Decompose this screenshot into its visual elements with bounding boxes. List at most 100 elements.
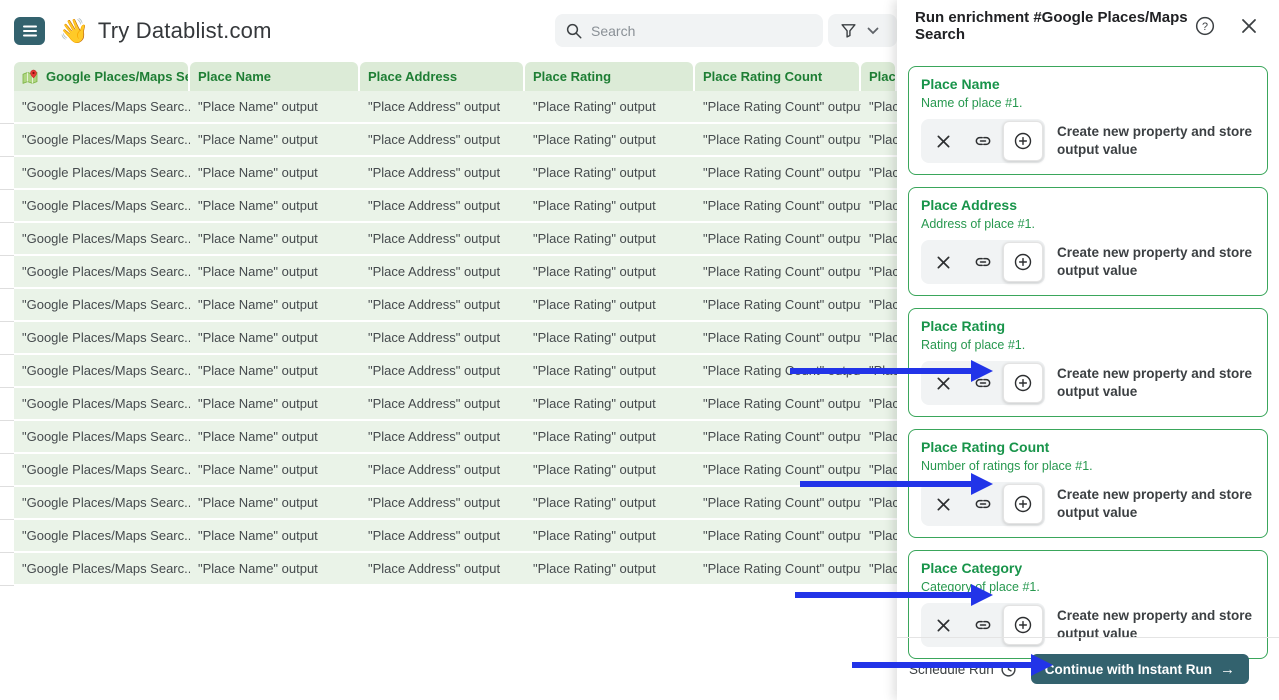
discard-output-button[interactable] xyxy=(923,242,963,282)
table-cell[interactable]: "Google Places/Maps Searc... xyxy=(14,322,190,355)
table-cell[interactable]: "Place Address" output xyxy=(360,223,525,256)
table-cell[interactable]: "Place xyxy=(861,256,897,289)
table-cell[interactable]: "Place Rating Count" output xyxy=(695,157,861,190)
table-cell[interactable]: "Place Rating" output xyxy=(525,454,695,487)
close-panel-button[interactable] xyxy=(1237,14,1261,38)
table-cell[interactable]: "Place xyxy=(861,91,897,124)
table-cell[interactable]: "Place Address" output xyxy=(360,454,525,487)
table-cell[interactable]: "Place xyxy=(861,421,897,454)
table-cell[interactable]: "Google Places/Maps Searc... xyxy=(14,289,190,322)
table-cell[interactable]: "Place Address" output xyxy=(360,421,525,454)
table-cell[interactable]: "Place Rating" output xyxy=(525,520,695,553)
table-cell[interactable]: "Place Address" output xyxy=(360,256,525,289)
table-cell[interactable]: "Google Places/Maps Searc... xyxy=(14,454,190,487)
schedule-run-link[interactable]: Schedule Run xyxy=(909,661,1017,678)
table-cell[interactable]: "Place xyxy=(861,355,897,388)
table-cell[interactable]: "Google Places/Maps Searc... xyxy=(14,355,190,388)
search-input[interactable] xyxy=(591,22,791,39)
table-cell[interactable]: "Place xyxy=(861,322,897,355)
table-cell[interactable]: "Place Rating" output xyxy=(525,322,695,355)
table-cell[interactable]: "Place Rating Count" output xyxy=(695,322,861,355)
table-cell[interactable]: "Place Name" output xyxy=(190,289,360,322)
table-cell[interactable]: "Place Name" output xyxy=(190,355,360,388)
map-existing-property-button[interactable] xyxy=(963,121,1003,161)
table-cell[interactable]: "Place Address" output xyxy=(360,289,525,322)
table-cell[interactable]: "Place xyxy=(861,553,897,586)
table-cell[interactable]: "Place Name" output xyxy=(190,553,360,586)
table-cell[interactable]: "Place Rating" output xyxy=(525,91,695,124)
table-cell[interactable]: "Place Name" output xyxy=(190,520,360,553)
table-cell[interactable]: "Place Rating Count" output xyxy=(695,124,861,157)
map-existing-property-button[interactable] xyxy=(963,242,1003,282)
table-cell[interactable]: "Place xyxy=(861,487,897,520)
column-header-0[interactable]: Google Places/Maps Sea... xyxy=(14,62,190,91)
table-cell[interactable]: "Place xyxy=(861,388,897,421)
discard-output-button[interactable] xyxy=(923,484,963,524)
table-cell[interactable]: "Place Rating" output xyxy=(525,124,695,157)
table-cell[interactable]: "Place Rating Count" output xyxy=(695,355,861,388)
table-cell[interactable]: "Google Places/Maps Searc... xyxy=(14,487,190,520)
table-cell[interactable]: "Place Name" output xyxy=(190,421,360,454)
table-cell[interactable]: "Place xyxy=(861,190,897,223)
table-cell[interactable]: "Place Address" output xyxy=(360,91,525,124)
table-cell[interactable]: "Place xyxy=(861,157,897,190)
table-cell[interactable]: "Place Address" output xyxy=(360,553,525,586)
table-cell[interactable]: "Place Rating" output xyxy=(525,388,695,421)
table-cell[interactable]: "Place xyxy=(861,520,897,553)
table-cell[interactable]: "Google Places/Maps Searc... xyxy=(14,520,190,553)
discard-output-button[interactable] xyxy=(923,363,963,403)
table-cell[interactable]: "Place Address" output xyxy=(360,520,525,553)
table-cell[interactable]: "Google Places/Maps Searc... xyxy=(14,157,190,190)
table-cell[interactable]: "Place Name" output xyxy=(190,91,360,124)
column-header-2[interactable]: Place Address xyxy=(360,62,525,91)
table-cell[interactable]: "Place Rating Count" output xyxy=(695,91,861,124)
table-cell[interactable]: "Place Rating" output xyxy=(525,289,695,322)
table-cell[interactable]: "Place xyxy=(861,289,897,322)
map-existing-property-button[interactable] xyxy=(963,484,1003,524)
table-cell[interactable]: "Place Rating Count" output xyxy=(695,289,861,322)
map-existing-property-button[interactable] xyxy=(963,363,1003,403)
table-cell[interactable]: "Place xyxy=(861,124,897,157)
table-cell[interactable]: "Place Name" output xyxy=(190,124,360,157)
discard-output-button[interactable] xyxy=(923,605,963,645)
table-cell[interactable]: "Place Rating Count" output xyxy=(695,520,861,553)
continue-instant-run-button[interactable]: Continue with Instant Run → xyxy=(1030,654,1249,684)
table-cell[interactable]: "Place Address" output xyxy=(360,190,525,223)
table-cell[interactable]: "Place Rating Count" output xyxy=(695,190,861,223)
table-cell[interactable]: "Place Rating" output xyxy=(525,355,695,388)
table-cell[interactable]: "Place Rating" output xyxy=(525,157,695,190)
table-cell[interactable]: "Place Rating Count" output xyxy=(695,388,861,421)
table-cell[interactable]: "Place Name" output xyxy=(190,388,360,421)
table-cell[interactable]: "Place Address" output xyxy=(360,322,525,355)
discard-output-button[interactable] xyxy=(923,121,963,161)
table-cell[interactable]: "Google Places/Maps Searc... xyxy=(14,256,190,289)
table-cell[interactable]: "Place Rating Count" output xyxy=(695,487,861,520)
table-cell[interactable]: "Google Places/Maps Searc... xyxy=(14,91,190,124)
table-cell[interactable]: "Google Places/Maps Searc... xyxy=(14,124,190,157)
table-cell[interactable]: "Place xyxy=(861,454,897,487)
table-cell[interactable]: "Place Name" output xyxy=(190,487,360,520)
table-cell[interactable]: "Place Rating Count" output xyxy=(695,421,861,454)
search-box[interactable] xyxy=(555,14,823,47)
table-cell[interactable]: "Place Rating Count" output xyxy=(695,553,861,586)
table-cell[interactable]: "Place Rating" output xyxy=(525,421,695,454)
column-header-5[interactable]: Place xyxy=(861,62,897,91)
map-existing-property-button[interactable] xyxy=(963,605,1003,645)
create-property-button[interactable] xyxy=(1003,363,1043,403)
table-cell[interactable]: "Place Address" output xyxy=(360,157,525,190)
create-property-button[interactable] xyxy=(1003,605,1043,645)
help-button[interactable]: ? xyxy=(1191,12,1219,40)
table-cell[interactable]: "Place Address" output xyxy=(360,388,525,421)
table-cell[interactable]: "Place Rating Count" output xyxy=(695,454,861,487)
table-cell[interactable]: "Place xyxy=(861,223,897,256)
table-cell[interactable]: "Place Name" output xyxy=(190,322,360,355)
column-header-3[interactable]: Place Rating xyxy=(525,62,695,91)
table-cell[interactable]: "Google Places/Maps Searc... xyxy=(14,553,190,586)
table-cell[interactable]: "Place Rating" output xyxy=(525,190,695,223)
create-property-button[interactable] xyxy=(1003,484,1043,524)
table-cell[interactable]: "Google Places/Maps Searc... xyxy=(14,388,190,421)
table-cell[interactable]: "Place Rating" output xyxy=(525,223,695,256)
table-cell[interactable]: "Place Name" output xyxy=(190,256,360,289)
table-cell[interactable]: "Place Name" output xyxy=(190,190,360,223)
table-cell[interactable]: "Place Rating" output xyxy=(525,256,695,289)
